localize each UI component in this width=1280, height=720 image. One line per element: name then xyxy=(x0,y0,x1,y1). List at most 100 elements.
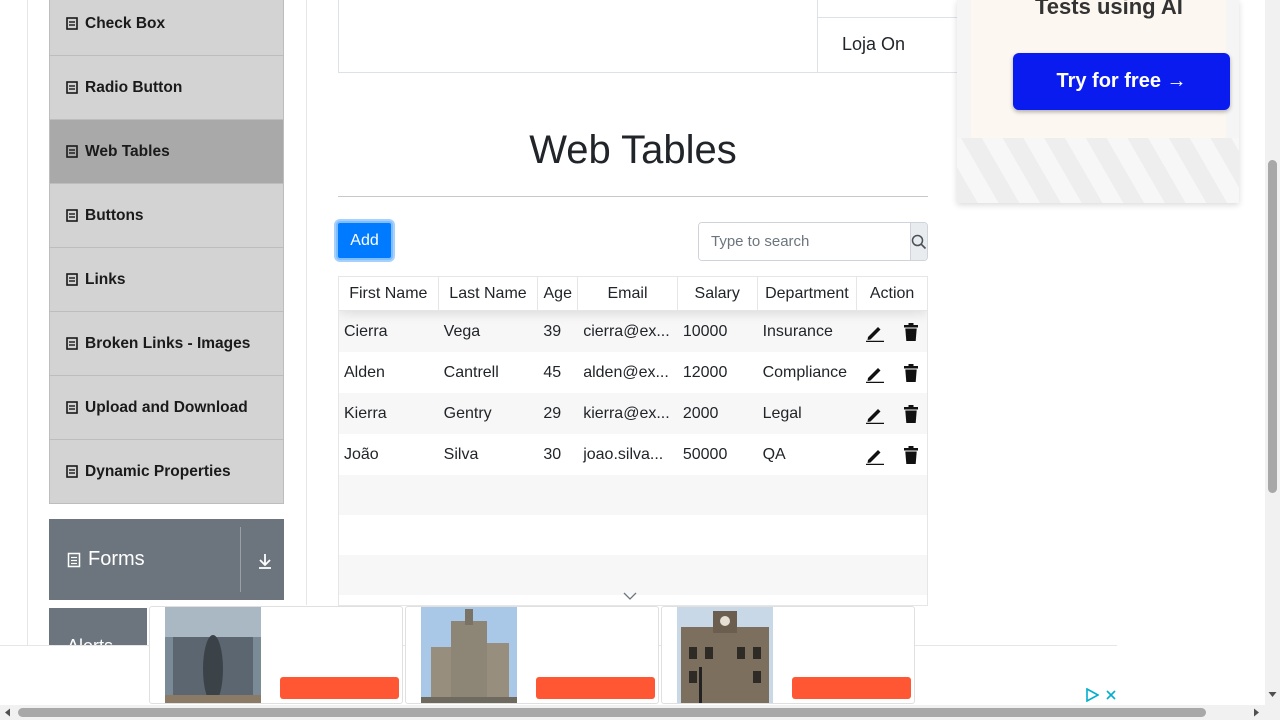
column-header-first-name[interactable]: First Name xyxy=(339,277,439,311)
search-input[interactable] xyxy=(699,223,910,260)
cell-email: kierra@ex... xyxy=(583,404,670,422)
list-icon xyxy=(66,401,78,414)
search-box xyxy=(698,222,928,261)
cell-salary: 2000 xyxy=(682,404,719,422)
sidebar-item-radio-button[interactable]: Radio Button xyxy=(49,56,284,120)
ad-tile[interactable] xyxy=(405,606,659,704)
sidebar-item-label: Broken Links - Images xyxy=(85,334,251,352)
try-for-free-button[interactable]: Try for free → xyxy=(1013,53,1230,110)
cell-email: alden@ex... xyxy=(583,363,669,381)
cell-email: cierra@ex... xyxy=(583,322,670,340)
ad-tile[interactable] xyxy=(149,606,403,704)
edit-icon[interactable] xyxy=(865,363,885,383)
ad-cta-button[interactable] xyxy=(792,677,911,699)
table-divider xyxy=(817,17,959,18)
cell-email: joao.silva... xyxy=(583,445,664,463)
cell-age: 45 xyxy=(543,363,562,381)
add-button[interactable]: Add xyxy=(336,221,393,260)
sidebar-item-label: Links xyxy=(85,270,126,288)
scrollbar-thumb[interactable] xyxy=(1268,160,1277,493)
web-table: First Name Last Name Age Email Salary De… xyxy=(338,276,928,606)
ad-tile[interactable] xyxy=(661,606,915,704)
sidebar-item-upload-download[interactable]: Upload and Download xyxy=(49,376,284,440)
ad-thumbnail xyxy=(677,607,773,703)
adchoices-icon[interactable] xyxy=(1085,688,1099,702)
left-gutter xyxy=(0,0,28,720)
sidebar-item-web-tables[interactable]: Web Tables xyxy=(49,120,284,184)
group-header-forms[interactable]: Forms xyxy=(49,519,284,600)
column-header-department[interactable]: Department xyxy=(758,277,858,311)
cell-action xyxy=(857,363,927,383)
scroll-down-arrow-icon[interactable] xyxy=(1268,690,1277,699)
cell-salary: 10000 xyxy=(682,322,728,340)
sidebar-divider xyxy=(306,0,307,605)
cell-department: Insurance xyxy=(762,322,833,340)
title-divider xyxy=(338,196,928,197)
cell-department: QA xyxy=(762,445,786,463)
vertical-scrollbar[interactable] xyxy=(1265,0,1280,720)
cell-action xyxy=(857,404,927,424)
embedded-table-fragment: Loja On xyxy=(338,0,959,73)
sidebar-item-buttons[interactable]: Buttons xyxy=(49,184,284,248)
edit-icon[interactable] xyxy=(865,404,885,424)
ad-thumbnail xyxy=(165,607,261,703)
sidebar-item-broken-links[interactable]: Broken Links - Images xyxy=(49,312,284,376)
sidebar-item-dynamic-properties[interactable]: Dynamic Properties xyxy=(49,440,284,504)
table-row: Kierra Gentry 29 kierra@ex... 2000 Legal xyxy=(339,393,927,434)
delete-icon[interactable] xyxy=(901,322,921,342)
list-icon xyxy=(66,17,78,30)
group-header-separator xyxy=(240,527,241,592)
ad-background-pattern xyxy=(957,138,1239,203)
search-button[interactable] xyxy=(910,223,927,260)
column-header-email[interactable]: Email xyxy=(578,277,678,311)
delete-icon[interactable] xyxy=(901,445,921,465)
cell-age: 30 xyxy=(543,445,562,463)
cell-first-name: Kierra xyxy=(344,404,387,422)
sidebar-item-label: Radio Button xyxy=(85,78,183,96)
ad-tiles xyxy=(149,606,915,704)
ad-cta-button[interactable] xyxy=(536,677,655,699)
edit-icon[interactable] xyxy=(865,445,885,465)
sidebar-item-label: Buttons xyxy=(85,206,144,224)
sidebar-item-label: Upload and Download xyxy=(85,398,248,416)
download-icon[interactable] xyxy=(256,552,274,570)
ad-headline: Tests using AI xyxy=(1035,0,1183,19)
scrollbar-thumb[interactable] xyxy=(18,708,1206,717)
scroll-right-arrow-icon[interactable] xyxy=(1252,708,1261,717)
ad-cta-button[interactable] xyxy=(280,677,399,699)
list-icon xyxy=(66,145,78,158)
horizontal-scrollbar[interactable] xyxy=(0,705,1265,720)
embedded-cell-text: Loja On xyxy=(842,34,906,54)
delete-icon[interactable] xyxy=(901,404,921,424)
cell-salary: 12000 xyxy=(682,363,728,381)
column-header-last-name[interactable]: Last Name xyxy=(439,277,539,311)
edit-icon[interactable] xyxy=(865,322,885,342)
sidebar-item-check-box[interactable]: Check Box xyxy=(49,0,284,56)
scroll-left-arrow-icon[interactable] xyxy=(3,708,12,717)
empty-table-row xyxy=(339,555,927,595)
delete-icon[interactable] xyxy=(901,363,921,383)
cell-first-name: Cierra xyxy=(344,322,388,340)
cell-salary: 50000 xyxy=(682,445,728,463)
sidebar-item-label: Dynamic Properties xyxy=(85,462,231,480)
cell-action xyxy=(857,322,927,342)
column-header-age[interactable]: Age xyxy=(538,277,579,311)
empty-table-row xyxy=(339,515,927,555)
ad-thumbnail xyxy=(421,607,517,703)
list-icon xyxy=(66,273,78,286)
cell-last-name: Cantrell xyxy=(443,363,499,381)
cell-last-name: Vega xyxy=(443,322,481,340)
column-header-salary[interactable]: Salary xyxy=(678,277,758,311)
sidebar-item-links[interactable]: Links xyxy=(49,248,284,312)
cell-department: Compliance xyxy=(762,363,848,381)
search-icon xyxy=(911,234,927,249)
list-icon xyxy=(66,337,78,350)
table-row: Cierra Vega 39 cierra@ex... 10000 Insura… xyxy=(339,311,927,352)
column-header-action: Action xyxy=(869,285,915,302)
advertisement-card[interactable]: Tests using AI Try for free → xyxy=(957,0,1239,203)
close-icon[interactable] xyxy=(1105,689,1117,701)
group-header-label: Forms xyxy=(88,548,145,570)
cell-department: Legal xyxy=(762,404,802,422)
group-header-alerts[interactable]: Alerts xyxy=(49,608,147,648)
cell-age: 39 xyxy=(543,322,562,340)
